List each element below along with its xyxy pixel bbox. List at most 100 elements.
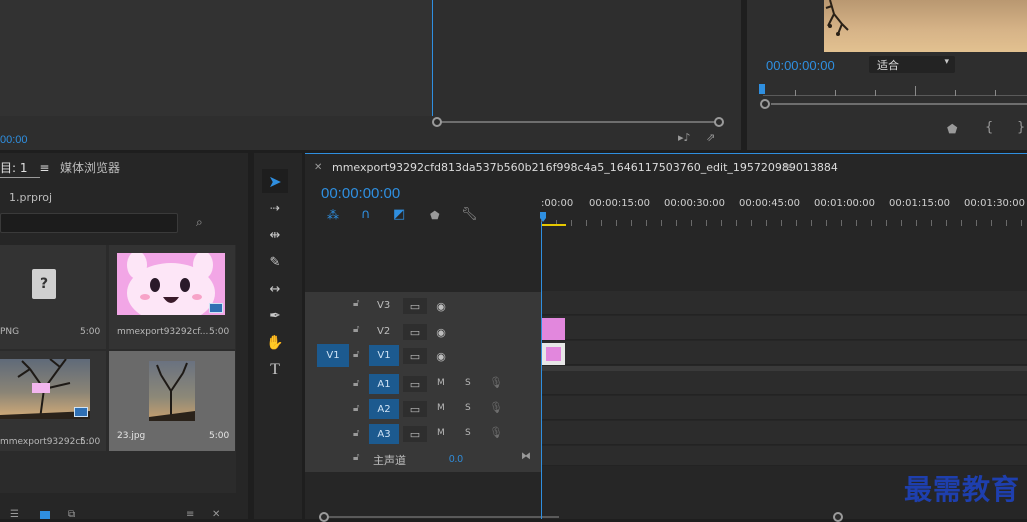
eye-icon[interactable]: ◉ — [431, 348, 451, 364]
track-v2-label[interactable]: V2 — [377, 326, 390, 337]
lock-icon[interactable]: 🔓︎ — [353, 324, 359, 335]
mute-button[interactable]: M — [437, 378, 445, 388]
microphone-icon[interactable]: 🎙︎ — [489, 401, 503, 414]
eye-icon[interactable]: ◉ — [431, 324, 451, 340]
track-lane-a1[interactable] — [542, 371, 1027, 395]
track-a1-target[interactable]: A1 — [369, 374, 399, 394]
timeline-timecode[interactable]: 00:00:00:00 — [321, 185, 400, 202]
missing-file-icon: ? — [32, 269, 56, 299]
mark-in-icon[interactable]: { — [985, 120, 993, 135]
microphone-icon[interactable]: 🎙︎ — [489, 376, 503, 389]
timeline-scroll-handle-left[interactable] — [319, 512, 329, 522]
automate-icon[interactable]: ✕ — [212, 509, 220, 520]
source-patch-v1[interactable]: V1 — [317, 344, 349, 367]
media-item-name: 23.jpg — [117, 431, 146, 441]
camera-icon[interactable]: ▭ — [403, 426, 427, 442]
microphone-icon[interactable]: 🎙︎ — [489, 426, 503, 439]
export-frame-icon[interactable]: ⇗ — [706, 131, 715, 144]
source-timecode[interactable]: 00:00 — [0, 134, 28, 146]
track-select-tool[interactable]: ⇢ — [262, 196, 288, 220]
source-scroll-handle-left[interactable] — [432, 117, 442, 127]
track-lane-master[interactable] — [542, 446, 1027, 466]
solo-button[interactable]: S — [465, 378, 471, 388]
eye-icon[interactable]: ◉ — [431, 298, 451, 314]
razor-tool[interactable]: ✎ — [262, 250, 288, 274]
media-item[interactable]: mmexport93292cf... 5:00 — [0, 351, 106, 451]
add-marker-icon[interactable]: ⬟ — [430, 209, 440, 222]
icon-view-icon[interactable] — [40, 511, 50, 519]
time-ruler[interactable]: :00:00 00:00:15:00 00:00:30:00 00:00:45:… — [541, 194, 1027, 226]
program-timecode[interactable]: 00:00:00:00 — [766, 58, 835, 73]
track-header-scroll[interactable] — [319, 516, 559, 518]
timeline-scroll-handle-right[interactable] — [833, 512, 843, 522]
track-v1-target[interactable]: V1 — [369, 345, 399, 366]
media-item-duration: 5:00 — [209, 327, 230, 337]
lock-icon[interactable]: 🔓︎ — [353, 403, 359, 414]
source-scroll-handle-right[interactable] — [714, 117, 724, 127]
ripple-edit-tool[interactable]: ⇹ — [262, 223, 288, 247]
go-to-end-icon[interactable]: ⧓ — [521, 451, 531, 462]
clip-v2[interactable] — [542, 318, 565, 340]
sort-icon[interactable]: ≡ — [186, 509, 194, 520]
new-bin-search-icon[interactable]: ⌕ — [196, 215, 203, 230]
program-monitor: 00:00:00:00 适合 ▾ ⬟ { } — [747, 0, 1027, 150]
ruler-label: 00:00:45:00 — [739, 198, 801, 209]
track-v3-label[interactable]: V3 — [377, 300, 390, 311]
insert-audio-icon[interactable]: ▸♪ — [678, 131, 691, 144]
camera-icon[interactable]: ▭ — [403, 298, 427, 314]
track-lane-v2[interactable] — [542, 316, 1027, 340]
panel-menu-icon[interactable]: ≡ — [39, 161, 49, 175]
mute-button[interactable]: M — [437, 428, 445, 438]
track-a2-target[interactable]: A2 — [369, 399, 399, 419]
tab-media-browser[interactable]: 媒体浏览器 — [60, 159, 120, 176]
nest-toggle-icon[interactable]: ⁂ — [327, 208, 339, 222]
lock-icon[interactable]: 🔓︎ — [353, 298, 359, 309]
mute-button[interactable]: M — [437, 403, 445, 413]
solo-button[interactable]: S — [465, 428, 471, 438]
wrench-icon[interactable]: 🔧︎ — [461, 207, 478, 222]
track-lane-a3[interactable] — [542, 421, 1027, 445]
sequence-tab[interactable]: mmexport93292cfd813da537b560b216f998c4a5… — [332, 161, 838, 174]
add-marker-icon[interactable]: ⬟ — [947, 122, 957, 136]
track-lane-a2[interactable] — [542, 396, 1027, 420]
media-item[interactable]: ? PNG 5:00 — [0, 245, 106, 349]
track-a3-target[interactable]: A3 — [369, 424, 399, 444]
slip-tool[interactable]: ↔ — [262, 277, 288, 301]
fit-dropdown[interactable]: 适合 ▾ — [869, 56, 955, 73]
work-area-bar[interactable] — [542, 224, 566, 226]
pen-tool[interactable]: ✒ — [262, 304, 288, 328]
tab-project[interactable]: 目: 1 ≡ — [0, 159, 49, 176]
lock-icon[interactable]: 🔓︎ — [353, 428, 359, 439]
media-item[interactable]: mmexport93292cf... 5:00 — [109, 245, 235, 349]
media-item-selected[interactable]: 23.jpg 5:00 — [109, 351, 235, 451]
freeform-view-icon[interactable]: ⧉ — [68, 509, 75, 520]
lock-icon[interactable]: 🔓︎ — [353, 452, 359, 463]
program-ruler — [763, 86, 1027, 96]
type-tool[interactable]: T — [262, 358, 288, 382]
solo-button[interactable]: S — [465, 403, 471, 413]
track-lane-v3[interactable] — [542, 291, 1027, 315]
camera-icon[interactable]: ▭ — [403, 401, 427, 417]
snap-icon[interactable]: ∩ — [361, 207, 371, 222]
project-panel: 目: 1 ≡ 媒体浏览器 1.prproj ⌕ ? PNG 5:00 mmexp… — [0, 153, 248, 520]
program-scrubber[interactable] — [771, 103, 1027, 105]
program-scroll-handle[interactable] — [760, 99, 770, 109]
lock-icon[interactable]: 🔓︎ — [353, 349, 359, 360]
camera-icon[interactable]: ▭ — [403, 348, 427, 364]
linked-selection-icon[interactable]: ◩ — [393, 207, 405, 222]
list-view-icon[interactable]: ☰ — [10, 509, 19, 520]
lock-icon[interactable]: 🔓︎ — [353, 378, 359, 389]
clip-v1[interactable] — [542, 343, 565, 365]
camera-icon[interactable]: ▭ — [403, 324, 427, 340]
close-icon[interactable]: ✕ — [314, 162, 322, 173]
source-scrubber[interactable] — [437, 121, 721, 123]
camera-icon[interactable]: ▭ — [403, 376, 427, 392]
mark-out-icon[interactable]: } — [1017, 120, 1025, 135]
hand-tool[interactable]: ✋ — [262, 331, 288, 355]
search-input[interactable] — [0, 213, 178, 233]
track-lane-v1[interactable] — [542, 341, 1027, 365]
selection-tool[interactable]: ➤ — [262, 169, 288, 193]
master-volume-value[interactable]: 0.0 — [449, 454, 463, 465]
sequence-menu-icon[interactable]: ≡ — [783, 160, 793, 174]
program-playhead[interactable] — [759, 84, 765, 94]
